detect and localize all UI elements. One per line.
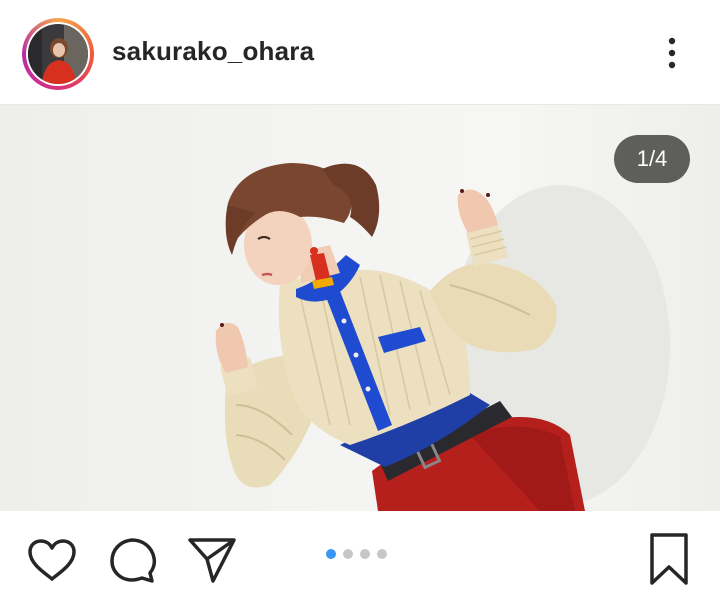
avatar[interactable] xyxy=(26,22,90,86)
carousel-dot-active[interactable] xyxy=(326,549,336,559)
carousel-dot[interactable] xyxy=(360,549,370,559)
more-vertical-icon xyxy=(668,37,676,69)
more-options-button[interactable] xyxy=(658,34,686,74)
post-image[interactable]: 1/4 xyxy=(0,105,720,511)
share-button[interactable] xyxy=(186,535,238,590)
bookmark-icon xyxy=(650,533,688,585)
comment-icon xyxy=(110,538,157,583)
carousel-dot[interactable] xyxy=(377,549,387,559)
carousel-indicator xyxy=(326,549,394,561)
comment-button[interactable] xyxy=(108,535,158,590)
action-bar xyxy=(0,511,720,597)
username[interactable]: sakurako_ohara xyxy=(112,36,314,67)
paper-plane-icon xyxy=(188,538,236,583)
save-button[interactable] xyxy=(646,531,692,592)
heart-icon xyxy=(28,539,76,581)
image-counter-badge: 1/4 xyxy=(614,135,690,183)
post-photo xyxy=(215,163,670,511)
post-header: sakurako_ohara xyxy=(0,0,720,105)
story-ring[interactable] xyxy=(22,18,94,90)
like-button[interactable] xyxy=(26,537,78,588)
carousel-dot[interactable] xyxy=(343,549,353,559)
